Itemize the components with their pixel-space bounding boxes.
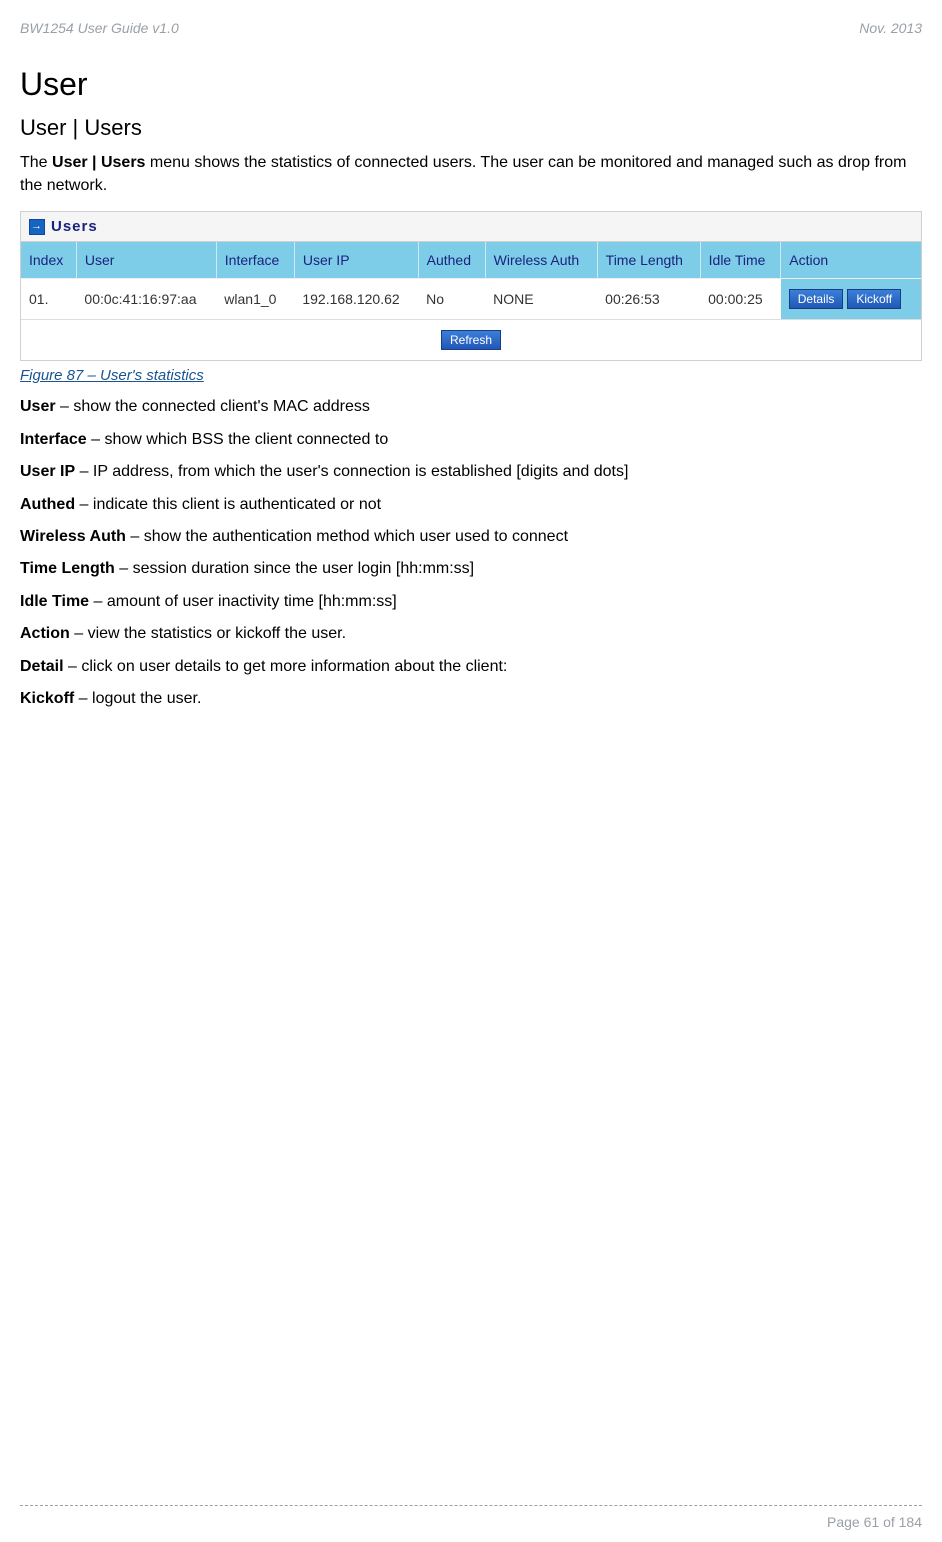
intro-text: The User | Users menu shows the statisti… xyxy=(20,151,922,197)
cell-interface: wlan1_0 xyxy=(216,279,294,320)
def-authed: Authed – indicate this client is authent… xyxy=(20,494,922,516)
cell-timelength: 00:26:53 xyxy=(597,279,700,320)
col-timelength: Time Length xyxy=(597,242,700,279)
col-userip: User IP xyxy=(294,242,418,279)
col-user: User xyxy=(76,242,216,279)
section-title: User | Users xyxy=(20,115,922,141)
col-index: Index xyxy=(21,242,76,279)
users-panel: → Users Index User Interface User IP Aut… xyxy=(20,211,922,361)
doc-title: BW1254 User Guide v1.0 xyxy=(20,20,179,36)
def-idletime: Idle Time – amount of user inactivity ti… xyxy=(20,591,922,613)
col-authed: Authed xyxy=(418,242,485,279)
cell-index: 01. xyxy=(21,279,76,320)
col-wirelessauth: Wireless Auth xyxy=(485,242,597,279)
page-title: User xyxy=(20,66,922,103)
col-action: Action xyxy=(781,242,921,279)
table-header-row: Index User Interface User IP Authed Wire… xyxy=(21,242,921,279)
table-row: 01. 00:0c:41:16:97:aa wlan1_0 192.168.12… xyxy=(21,279,921,320)
doc-date: Nov. 2013 xyxy=(859,20,922,36)
cell-wirelessauth: NONE xyxy=(485,279,597,320)
doc-header: BW1254 User Guide v1.0 Nov. 2013 xyxy=(20,20,922,36)
def-wirelessauth: Wireless Auth – show the authentication … xyxy=(20,526,922,548)
page-number: Page 61 of 184 xyxy=(827,1514,922,1530)
panel-title-bar: → Users xyxy=(21,212,921,242)
panel-title-text: Users xyxy=(51,218,98,235)
details-button[interactable]: Details xyxy=(789,289,844,309)
cell-action: Details Kickoff xyxy=(781,279,921,320)
def-interface: Interface – show which BSS the client co… xyxy=(20,429,922,451)
cell-authed: No xyxy=(418,279,485,320)
col-idletime: Idle Time xyxy=(700,242,781,279)
def-kickoff: Kickoff – logout the user. xyxy=(20,688,922,710)
def-userip: User IP – IP address, from which the use… xyxy=(20,461,922,483)
def-user: User – show the connected client's MAC a… xyxy=(20,396,922,418)
refresh-row: Refresh xyxy=(21,320,921,361)
cell-user: 00:0c:41:16:97:aa xyxy=(76,279,216,320)
col-interface: Interface xyxy=(216,242,294,279)
footer-divider xyxy=(20,1505,922,1506)
def-timelength: Time Length – session duration since the… xyxy=(20,558,922,580)
refresh-button[interactable]: Refresh xyxy=(441,330,501,350)
cell-idletime: 00:00:25 xyxy=(700,279,781,320)
def-detail: Detail – click on user details to get mo… xyxy=(20,656,922,678)
figure-caption: Figure 87 – User's statistics xyxy=(20,367,922,384)
cell-userip: 192.168.120.62 xyxy=(294,279,418,320)
users-table: Index User Interface User IP Authed Wire… xyxy=(21,242,921,360)
def-action: Action – view the statistics or kickoff … xyxy=(20,623,922,645)
arrow-right-icon: → xyxy=(29,219,45,235)
kickoff-button[interactable]: Kickoff xyxy=(847,289,901,309)
